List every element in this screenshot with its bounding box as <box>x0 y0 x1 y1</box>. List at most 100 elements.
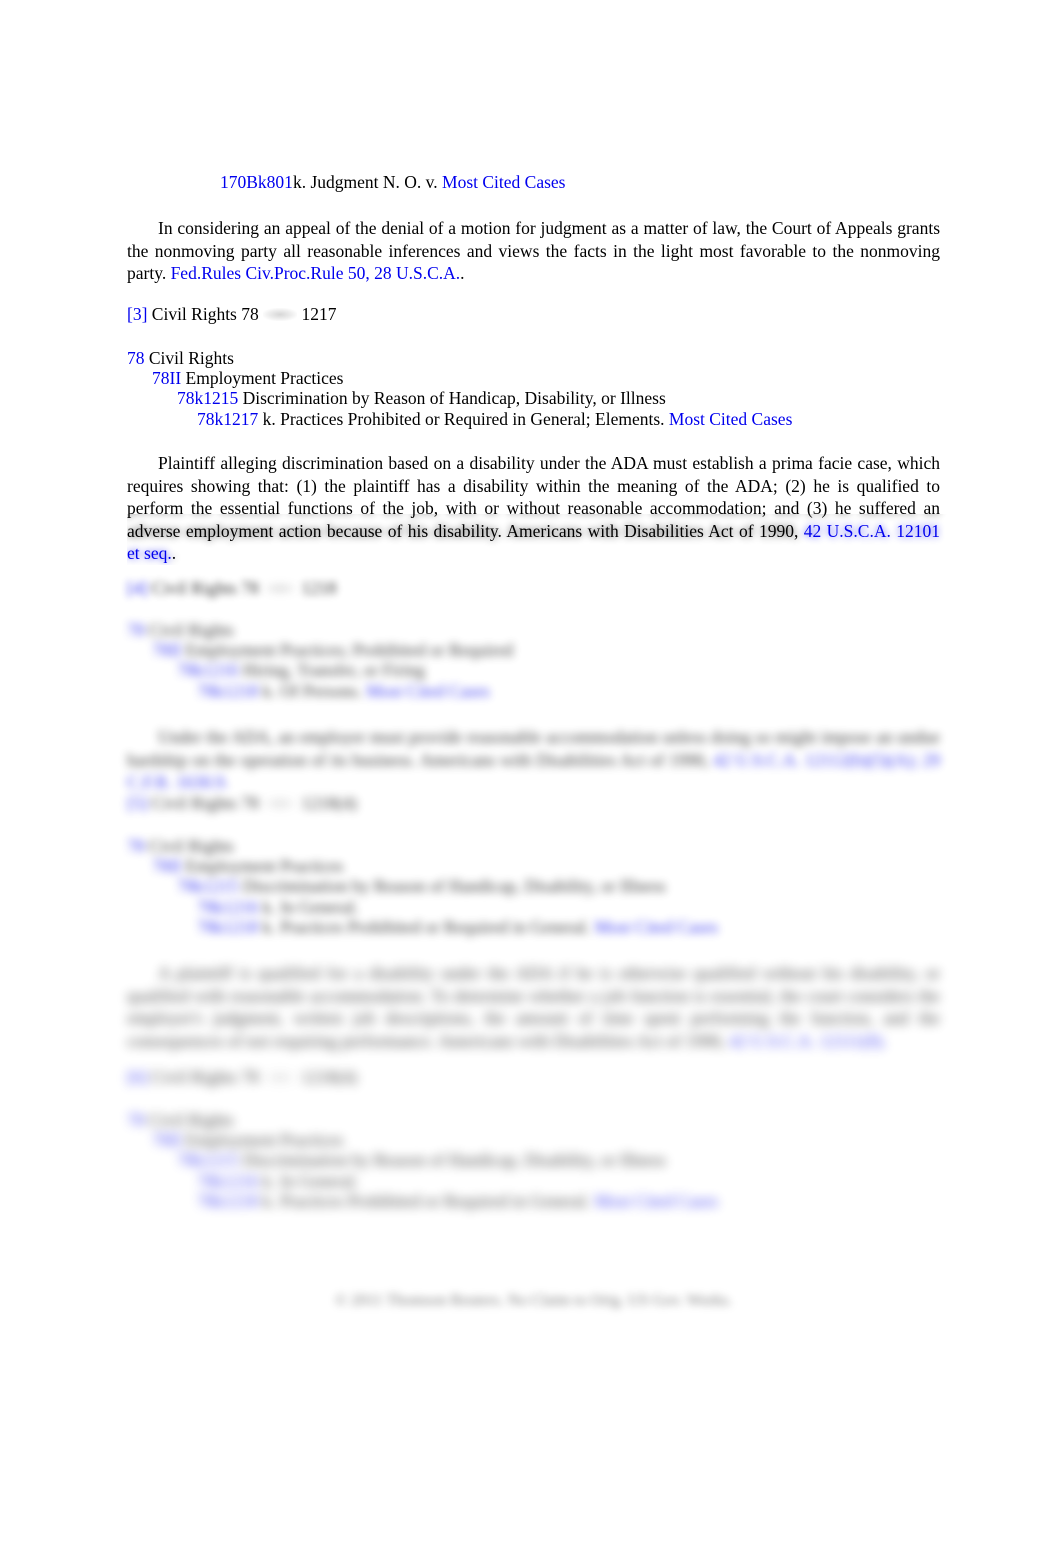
tree-3-most-cited-link[interactable]: Most Cited Cases <box>669 409 792 429</box>
headnote-3-topic: Civil Rights 78 <box>151 304 259 324</box>
tree-4-level-3-label: k. Of Persons. <box>262 680 362 701</box>
classification-tree-4: 78 Civil Rights 78II Employment Practice… <box>127 620 972 701</box>
tree-6-level-4[interactable]: 78k1218 k. Practices Prohibited or Requi… <box>197 1191 972 1211</box>
footer-copyright: © 2011 Thomson Reuters. No Claim to Orig… <box>334 1292 733 1309</box>
headnote-5-topic: Civil Rights 78 <box>151 793 259 813</box>
tree-4-level-1-num[interactable]: 78II <box>152 640 181 660</box>
tree-6-level-3[interactable]: 78k1216 k. In General. <box>197 1171 972 1191</box>
tree-3-level-3-num[interactable]: 78k1217 <box>197 409 258 429</box>
classification-tree-3: 78 Civil Rights 78II Employment Practice… <box>127 348 792 429</box>
tree-5-level-0-num[interactable]: 78 <box>127 836 145 856</box>
tree-5-level-3[interactable]: 78k1216 k. In General. <box>197 897 972 917</box>
tree-6-level-3-num[interactable]: 78k1216 <box>197 1171 258 1191</box>
tree-3-level-2[interactable]: 78k1215 Discrimination by Reason of Hand… <box>177 388 792 408</box>
tree-4-level-3-num[interactable]: 78k1218 <box>197 681 258 701</box>
headnote-5-header: [5] Civil Rights 78 1218(4) <box>127 793 972 814</box>
tree-3-level-1-label: Employment Practices <box>185 368 344 389</box>
headnote-6-topic: Civil Rights 78 <box>151 1067 259 1087</box>
headnote-4-number: 1218 <box>301 578 337 598</box>
headnote-5-header-text[interactable]: [5] Civil Rights 78 1218(4) <box>127 793 972 814</box>
tree-6-level-1[interactable]: 78II Employment Practices <box>152 1130 972 1150</box>
tree-4-level-2-label: Hiring, Transfer, or Firing <box>242 660 426 681</box>
west-key-icon <box>263 797 298 810</box>
top-headnote-line: 170Bk801k. Judgment N. O. v. Most Cited … <box>220 172 566 193</box>
west-key-icon <box>263 582 298 595</box>
tree-4-level-1[interactable]: 78II Employment Practices; Prohibited or… <box>152 640 972 660</box>
tree-5-level-2-label: Discrimination by Reason of Handicap, Di… <box>242 876 666 897</box>
tree-5-level-3-label: k. In General. <box>262 896 359 917</box>
headnote-6-number: 1218(4) <box>301 1067 357 1087</box>
tree-6-level-0[interactable]: 78 Civil Rights <box>127 1110 972 1130</box>
holding-paragraph-3: Plaintiff alleging discrimination based … <box>127 452 940 565</box>
tree-6-most-cited-link[interactable]: Most Cited Cases <box>595 1191 718 1211</box>
tree-3-level-2-label: Discrimination by Reason of Handicap, Di… <box>242 388 666 409</box>
tree-6-level-2-num[interactable]: 78k1215 <box>177 1150 238 1170</box>
headnote-5-marker[interactable]: [5] <box>127 793 147 813</box>
tree-4-level-3[interactable]: 78k1218 k. Of Persons. Most Cited Cases <box>197 681 972 701</box>
tree-5-level-1[interactable]: 78II Employment Practices <box>152 856 972 876</box>
tree-3-level-1-num[interactable]: 78II <box>152 368 181 388</box>
headnote-4-marker[interactable]: [4] <box>127 578 147 598</box>
classification-tree-6: 78 Civil Rights 78II Employment Practice… <box>127 1110 972 1211</box>
top-headnote-topic: k. Judgment N. O. v. <box>292 172 438 192</box>
most-cited-cases-link[interactable]: Most Cited Cases <box>442 172 565 192</box>
holding-1-citation-link[interactable]: Fed.Rules Civ.Proc.Rule 50, 28 U.S.C.A. <box>171 263 461 283</box>
holding-1-period: . <box>460 263 465 284</box>
tree-4-level-2[interactable]: 78k1216 Hiring, Transfer, or Firing <box>177 660 972 680</box>
tree-5-level-2[interactable]: 78k1215 Discrimination by Reason of Hand… <box>177 876 972 896</box>
holding-5-citation-link[interactable]: 42 U.S.C.A. 12111(8). <box>729 1031 887 1051</box>
holding-paragraph-5: A plaintiff is qualified for a disabilit… <box>127 962 972 1052</box>
headnote-6-marker[interactable]: [6] <box>127 1067 147 1087</box>
headnote-4-header: [4] Civil Rights 78 1218 <box>127 578 972 599</box>
holding-paragraph-1: In considering an appeal of the denial o… <box>127 217 940 285</box>
headnote-4-header-text[interactable]: [4] Civil Rights 78 1218 <box>127 578 972 599</box>
headnote-3-header: [3] Civil Rights 78 1217 <box>127 304 337 325</box>
tree-6-level-3-label: k. In General. <box>262 1170 359 1191</box>
tree-3-level-3-label: k. Practices Prohibited or Required in G… <box>262 408 665 429</box>
tree-6-level-2[interactable]: 78k1215 Discrimination by Reason of Hand… <box>177 1150 972 1170</box>
tree-4-level-0-label: Civil Rights <box>148 620 234 640</box>
tree-5-level-1-label: Employment Practices <box>185 856 344 877</box>
tree-6-level-1-num[interactable]: 78II <box>152 1130 181 1150</box>
headnote-3-number: 1217 <box>301 304 337 324</box>
holding-paragraph-4: Under the ADA, an employer must provide … <box>127 726 972 794</box>
tree-4-most-cited-link[interactable]: Most Cited Cases <box>366 681 489 701</box>
tree-3-level-1[interactable]: 78II Employment Practices <box>152 368 792 388</box>
tree-3-level-0-label: Civil Rights <box>148 348 234 368</box>
tree-6-level-1-label: Employment Practices <box>185 1130 344 1151</box>
key-number-link[interactable]: 170Bk801 <box>220 172 293 192</box>
west-key-icon <box>263 1071 298 1084</box>
headnote-4-topic: Civil Rights 78 <box>151 578 259 598</box>
headnote-3-marker[interactable]: [3] <box>127 304 147 324</box>
tree-6-level-4-label: k. Practices Prohibited or Required in G… <box>262 1190 591 1211</box>
tree-5-level-4-num[interactable]: 78k1218 <box>197 917 258 937</box>
west-key-icon <box>263 308 298 321</box>
holding-4-text-block: Under the ADA, an employer must provide … <box>127 726 940 794</box>
headnote-6-header: [6] Civil Rights 78 1218(4) <box>127 1067 972 1088</box>
tree-6-level-4-num[interactable]: 78k1218 <box>197 1191 258 1211</box>
tree-3-level-0-num[interactable]: 78 <box>127 348 145 368</box>
tree-3-level-3[interactable]: 78k1217 k. Practices Prohibited or Requi… <box>197 409 792 429</box>
holding-5-text-block: A plaintiff is qualified for a disabilit… <box>127 962 940 1052</box>
tree-5-level-4-label: k. Practices Prohibited or Required in G… <box>262 916 591 937</box>
tree-5-level-1-num[interactable]: 78II <box>152 856 181 876</box>
tree-5-level-3-num[interactable]: 78k1216 <box>197 897 258 917</box>
tree-5-level-0-label: Civil Rights <box>148 836 234 856</box>
tree-5-level-0[interactable]: 78 Civil Rights <box>127 836 972 856</box>
tree-6-level-0-label: Civil Rights <box>148 1110 234 1130</box>
tree-4-level-0[interactable]: 78 Civil Rights <box>127 620 972 640</box>
document-page: 170Bk801k. Judgment N. O. v. Most Cited … <box>127 0 940 1556</box>
tree-5-level-2-num[interactable]: 78k1215 <box>177 876 238 896</box>
holding-3-tail: . <box>171 543 177 564</box>
tree-5-level-4[interactable]: 78k1218 k. Practices Prohibited or Requi… <box>197 917 972 937</box>
tree-5-most-cited-link[interactable]: Most Cited Cases <box>595 917 718 937</box>
tree-6-level-0-num[interactable]: 78 <box>127 1110 145 1130</box>
headnote-6-header-text[interactable]: [6] Civil Rights 78 1218(4) <box>127 1067 972 1088</box>
tree-4-level-2-num[interactable]: 78k1216 <box>177 660 238 680</box>
tree-3-level-0[interactable]: 78 Civil Rights <box>127 348 792 368</box>
tree-4-level-1-label: Employment Practices; Prohibited or Requ… <box>185 640 514 661</box>
classification-tree-5: 78 Civil Rights 78II Employment Practice… <box>127 836 972 937</box>
tree-4-level-0-num[interactable]: 78 <box>127 620 145 640</box>
tree-3-level-2-num[interactable]: 78k1215 <box>177 388 238 408</box>
tree-6-level-2-label: Discrimination by Reason of Handicap, Di… <box>242 1150 666 1171</box>
